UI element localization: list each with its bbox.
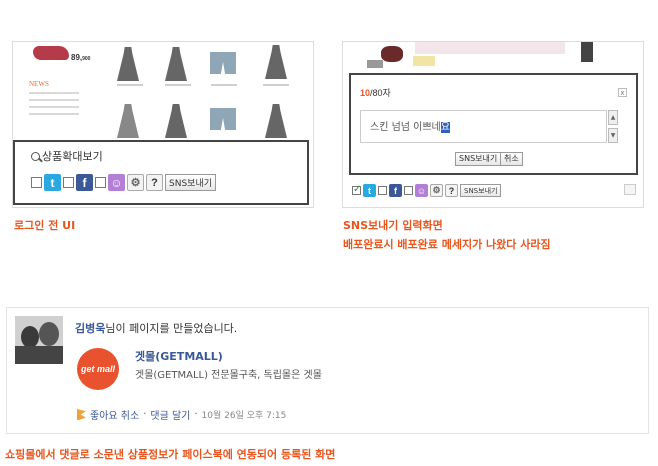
sns-input-dialog: 10/80자 x 스킨 넘넘 이쁘네요 ▲ ▼ SNS보내기 취소 [349,73,638,175]
news-line [29,106,79,108]
zoom-link[interactable]: 상품확대보기 [31,148,103,164]
product-caption [263,84,289,86]
caption-sns-input: SNS보내기 입력화면 [343,219,443,232]
me2day-checkbox[interactable] [404,186,413,195]
help-icon[interactable]: ? [146,174,163,191]
separator: · [143,409,147,420]
product-image[interactable] [210,52,236,74]
news-line [29,99,79,101]
product-caption [117,84,143,86]
news-line [29,113,79,115]
facebook-icon[interactable]: f [389,184,402,197]
separator: · [194,409,198,420]
avatar[interactable] [15,316,63,364]
page-title-link[interactable]: 겟몰(GETMALL) [135,348,223,364]
twitter-icon[interactable]: t [44,174,61,191]
sns-send-button[interactable]: SNS보내기 [460,184,502,197]
product-thumbnail-area: 89,900 NEWS [13,42,313,142]
comment-link[interactable]: 댓글 달기 [150,407,190,422]
facebook-checkbox[interactable] [63,177,74,188]
me2day-icon[interactable]: ☺ [415,184,428,197]
product-image[interactable] [210,108,236,130]
getmall-logo[interactable]: get mall [77,348,119,390]
unlike-link[interactable]: 좋아요 취소 [90,407,139,422]
dark-tile [581,42,593,62]
caption-sns-complete: 배포완료시 배포완료 메세지가 나왔다 사라짐 [343,238,551,251]
mail-icon[interactable] [624,184,636,195]
help-icon[interactable]: ? [445,184,458,197]
sns-send-button[interactable]: SNS보내기 [455,152,502,166]
news-line [29,92,79,94]
facebook-icon[interactable]: f [76,174,93,191]
brand-price: 89,900 [71,53,91,62]
search-icon [31,151,40,161]
product-image[interactable] [117,104,139,138]
me2day-icon[interactable]: ☺ [108,174,125,191]
product-image[interactable] [165,47,187,81]
share-widget-logged-out: 상품확대보기 t f ☺ ⚙ ? SNS보내기 [13,140,309,205]
caption-login-before: 로그인 전 UI [14,219,76,232]
caption-facebook: 쇼핑몰에서 댓글로 소문낸 상품정보가 페이스북에 연동되어 등록된 화면 [5,448,336,461]
banner-strip [415,42,565,54]
sns-row: t f ☺ ⚙ ? SNS보내기 [31,174,216,191]
char-counter: 10/80자 [360,88,391,98]
facebook-checkbox[interactable] [378,186,387,195]
close-icon[interactable]: x [618,88,627,97]
sns-row-mini: t f ☺ ⚙ ? SNS보내기 [352,184,502,197]
scroll-up-button[interactable]: ▲ [608,110,618,125]
sns-send-button[interactable]: SNS보내기 [165,174,216,191]
product-caption [165,84,191,86]
product-image [367,60,383,68]
page-description: 겟몰(GETMALL) 전문몰구축, 독립몰은 겟몰 [135,370,322,381]
product-image[interactable] [265,104,287,138]
promo-badge [413,56,435,66]
post-actions: 좋아요 취소 · 댓글 달기 · 10월 26일 오후 7:15 [77,407,286,422]
zoom-label: 상품확대보기 [42,150,103,163]
sns-message-input[interactable]: 스킨 넘넘 이쁘네요 [360,110,607,143]
scroll-down-button[interactable]: ▼ [608,128,618,143]
timestamp[interactable]: 10월 26일 오후 7:15 [202,408,287,421]
me2day-checkbox[interactable] [95,177,106,188]
like-flag-icon [77,409,86,420]
product-image[interactable] [265,45,287,79]
twitter-checkbox[interactable] [31,177,42,188]
twitter-checkbox[interactable] [352,184,361,195]
product-image [381,46,403,62]
author-link[interactable]: 김병욱 [75,322,105,335]
brand-banner [33,46,69,60]
gear-icon[interactable]: ⚙ [127,174,144,191]
cancel-button[interactable]: 취소 [500,152,523,166]
facebook-post: 김병욱님이 페이지를 만들었습니다. get mall 겟몰(GETMALL) … [6,307,649,434]
gear-icon[interactable]: ⚙ [430,184,443,197]
twitter-icon[interactable]: t [363,184,376,197]
post-header: 김병욱님이 페이지를 만들었습니다. [75,322,238,335]
product-image[interactable] [165,104,187,138]
product-image[interactable] [117,47,139,81]
news-logo: NEWS [29,80,49,88]
product-caption [211,84,237,86]
